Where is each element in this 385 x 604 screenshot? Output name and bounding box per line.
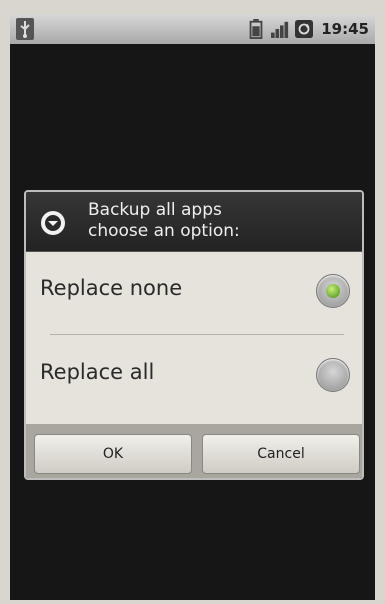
dialog-title-line2: choose an option: <box>88 221 240 241</box>
option-label: Replace none <box>40 276 183 300</box>
option-list: Replace none Replace all <box>26 252 362 424</box>
radio-button[interactable] <box>316 358 350 392</box>
radio-button-selected[interactable] <box>316 274 350 308</box>
photo-frame: 19:45 Backup all apps choose an option: … <box>0 0 385 604</box>
phone-screen: 19:45 Backup all apps choose an option: … <box>10 14 375 600</box>
option-replace-none[interactable]: Replace none <box>26 252 362 334</box>
option-replace-all[interactable]: Replace all <box>26 336 362 418</box>
option-label: Replace all <box>40 360 155 384</box>
radio-dot <box>326 284 340 298</box>
button-bar: OK Cancel <box>26 424 362 478</box>
clock: 19:45 <box>321 20 369 38</box>
cancel-button[interactable]: Cancel <box>202 434 360 474</box>
status-bar: 19:45 <box>10 14 375 44</box>
signal-icon <box>271 21 289 38</box>
sync-icon <box>295 20 314 38</box>
dialog-title: Backup all apps choose an option: <box>88 200 240 242</box>
ok-button[interactable]: OK <box>34 434 192 474</box>
backup-dialog: Backup all apps choose an option: Replac… <box>24 190 364 480</box>
dialog-header: Backup all apps choose an option: <box>26 192 362 252</box>
chevron-down-circle-icon <box>41 211 65 235</box>
battery-icon <box>249 19 263 39</box>
divider <box>50 334 344 335</box>
usb-icon <box>16 18 34 40</box>
dialog-title-line1: Backup all apps <box>88 200 222 220</box>
